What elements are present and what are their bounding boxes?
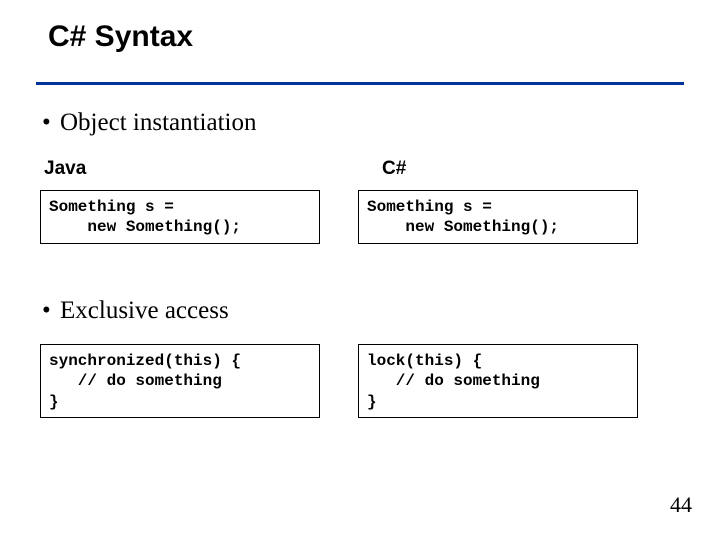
slide-title: C# Syntax bbox=[48, 20, 193, 54]
label-csharp: C# bbox=[382, 158, 406, 180]
bullet-object-instantiation: •Object instantiation bbox=[42, 108, 256, 138]
code-csharp-instantiation: Something s = new Something(); bbox=[358, 190, 638, 244]
title-underline bbox=[36, 82, 684, 85]
label-java: Java bbox=[44, 158, 86, 180]
page-number: 44 bbox=[670, 492, 692, 518]
bullet-dot-icon: • bbox=[42, 296, 60, 326]
code-csharp-exclusive: lock(this) { // do something } bbox=[358, 344, 638, 418]
code-java-exclusive: synchronized(this) { // do something } bbox=[40, 344, 320, 418]
bullet-text: Exclusive access bbox=[60, 297, 229, 324]
bullet-dot-icon: • bbox=[42, 108, 60, 138]
slide: C# Syntax •Object instantiation Java C# … bbox=[0, 0, 720, 540]
bullet-exclusive-access: •Exclusive access bbox=[42, 296, 229, 326]
bullet-text: Object instantiation bbox=[60, 109, 256, 136]
code-java-instantiation: Something s = new Something(); bbox=[40, 190, 320, 244]
